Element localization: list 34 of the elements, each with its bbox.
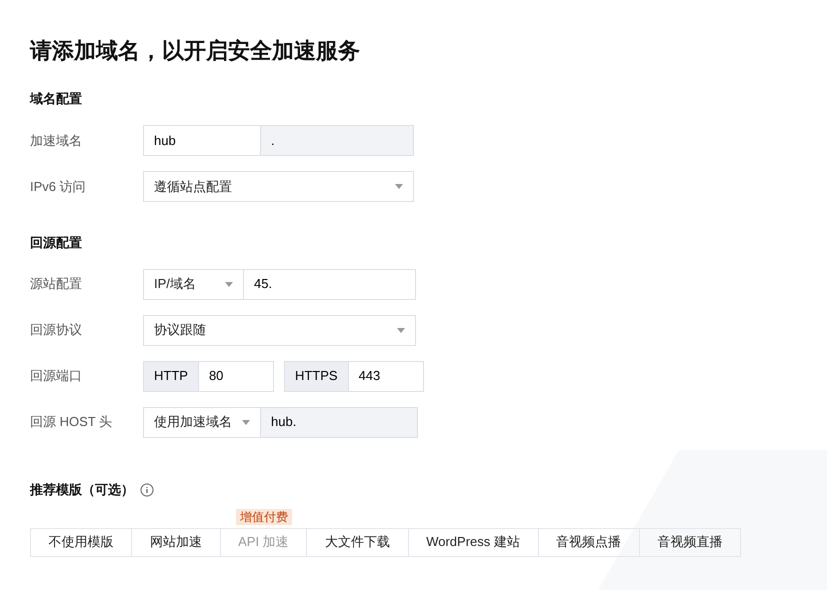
field-label: 加速域名 [30,132,83,150]
section-heading: 推荐模版（可选） [30,481,134,499]
field-label: 回源 HOST 头 [30,413,114,432]
domain-input[interactable]: hub [143,125,261,156]
field-label: IPv6 访问 [30,178,87,196]
port-input[interactable]: 80 [198,360,274,392]
caret-icon [397,328,405,332]
template-option[interactable]: 音视频直播 [640,528,741,556]
caret-icon [225,282,233,286]
paid-badge: 增值付费 [236,508,292,524]
page-title: 请添加域名，以开启安全加速服务 [30,37,361,65]
select-field[interactable]: 使用加速域名 [143,406,261,438]
host-field: hub. [261,406,418,438]
info-icon[interactable] [140,482,154,497]
field-label: 回源端口 [30,367,83,386]
origin-input[interactable]: 45. [244,268,416,300]
caret-icon [395,184,403,189]
template-option[interactable]: WordPress 建站 [408,528,538,556]
caret-icon [242,420,250,424]
field-label: 回源协议 [30,321,83,340]
template-option[interactable]: 网站加速 [132,528,220,556]
template-option[interactable]: 音视频点播 [538,528,640,556]
section-heading: 域名配置 [30,90,83,108]
select-field[interactable]: IP/域名 [143,268,244,300]
select-field[interactable]: 协议跟随 [143,314,416,346]
section-heading: 回源配置 [30,234,83,252]
port-prefix: HTTPS [284,360,349,392]
template-option[interactable]: 大文件下载 [307,528,409,556]
port-prefix: HTTP [143,360,199,392]
domain-suffix-field: . [261,125,414,156]
select-field[interactable]: 遵循站点配置 [143,171,414,202]
field-label: 源站配置 [30,275,83,294]
template-option[interactable]: 不使用模版 [30,528,132,556]
port-input[interactable]: 443 [348,360,424,392]
